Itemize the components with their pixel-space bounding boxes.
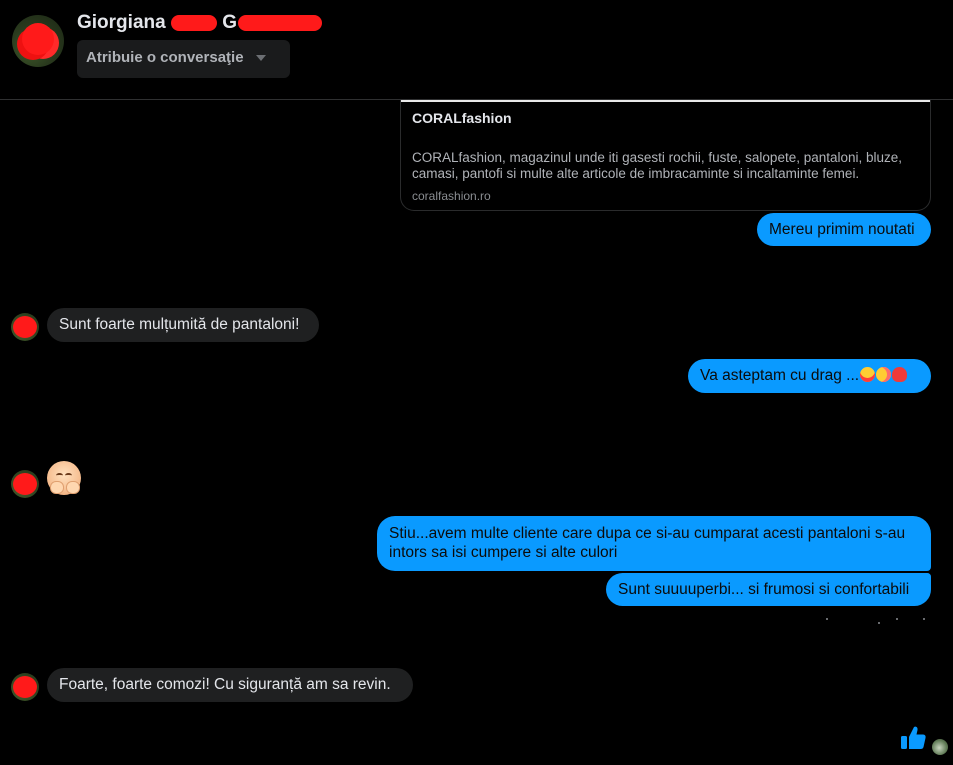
link-preview-domain: coralfashion.ro	[412, 189, 491, 203]
emoji-eye	[56, 473, 63, 478]
thumbs-up-icon[interactable]	[899, 724, 927, 752]
sender-avatar[interactable]	[11, 470, 39, 498]
message-text: Va asteptam cu drag ...	[700, 367, 860, 384]
link-preview-image	[401, 100, 930, 102]
link-preview-description: CORALfashion, magazinul unde iti gasesti…	[412, 150, 903, 181]
message-text: Foarte, foarte comozi! Cu siguranță am s…	[59, 676, 391, 693]
assign-conversation-button[interactable]: Atribuie o conversaţie	[77, 40, 290, 78]
message-text: Mereu primim noutati	[769, 221, 915, 238]
emoji-eye	[65, 473, 72, 478]
message-text: Stiu...avem multe cliente care dupa ce s…	[389, 525, 906, 561]
blowing-kiss-emoji	[876, 367, 892, 382]
contact-first-name: Giorgiana	[77, 12, 166, 33]
read-receipt-avatar	[932, 739, 948, 755]
redaction-mark	[22, 23, 54, 55]
emoji-hand	[66, 481, 80, 494]
redaction-mark	[13, 316, 37, 338]
emoji-hand	[50, 481, 64, 494]
heart-eyes-emoji	[860, 367, 876, 382]
outgoing-message-bubble[interactable]: Stiu...avem multe cliente care dupa ce s…	[377, 516, 931, 571]
link-preview-title: CORALfashion	[412, 110, 512, 126]
redaction-mark	[13, 676, 37, 698]
incoming-message-bubble[interactable]: Sunt foarte mulțumită de pantaloni!	[47, 308, 319, 342]
redaction-mark	[13, 473, 37, 495]
redaction-mark	[170, 14, 217, 31]
seen-indicator	[826, 618, 926, 624]
outgoing-message-bubble[interactable]: Mereu primim noutati	[757, 213, 931, 246]
outgoing-message-bubble[interactable]: Va asteptam cu drag ...	[688, 359, 931, 393]
red-heart-emoji	[892, 367, 908, 382]
contact-name-tail: G	[222, 12, 238, 33]
assign-conversation-label: Atribuie o conversaţie	[86, 49, 244, 66]
incoming-message-bubble[interactable]: Foarte, foarte comozi! Cu siguranță am s…	[47, 668, 413, 702]
link-preview-card[interactable]: CORALfashion CORALfashion, magazinul und…	[400, 100, 931, 211]
outgoing-message-bubble[interactable]: Sunt suuuuperbi... si frumosi si confort…	[606, 573, 931, 606]
redaction-mark	[238, 14, 323, 31]
contact-avatar[interactable]	[12, 15, 64, 67]
chevron-down-icon	[255, 55, 266, 62]
message-text: Sunt suuuuperbi... si frumosi si confort…	[618, 581, 910, 598]
contact-name[interactable]: Giorgiana G	[77, 12, 323, 34]
sender-avatar[interactable]	[11, 673, 39, 701]
conversation-header: Giorgiana G Atribuie o conversaţie	[0, 0, 953, 100]
smiling-face-with-open-hands-emoji[interactable]	[47, 461, 81, 495]
message-text: Sunt foarte mulțumită de pantaloni!	[59, 316, 300, 333]
sender-avatar[interactable]	[11, 313, 39, 341]
